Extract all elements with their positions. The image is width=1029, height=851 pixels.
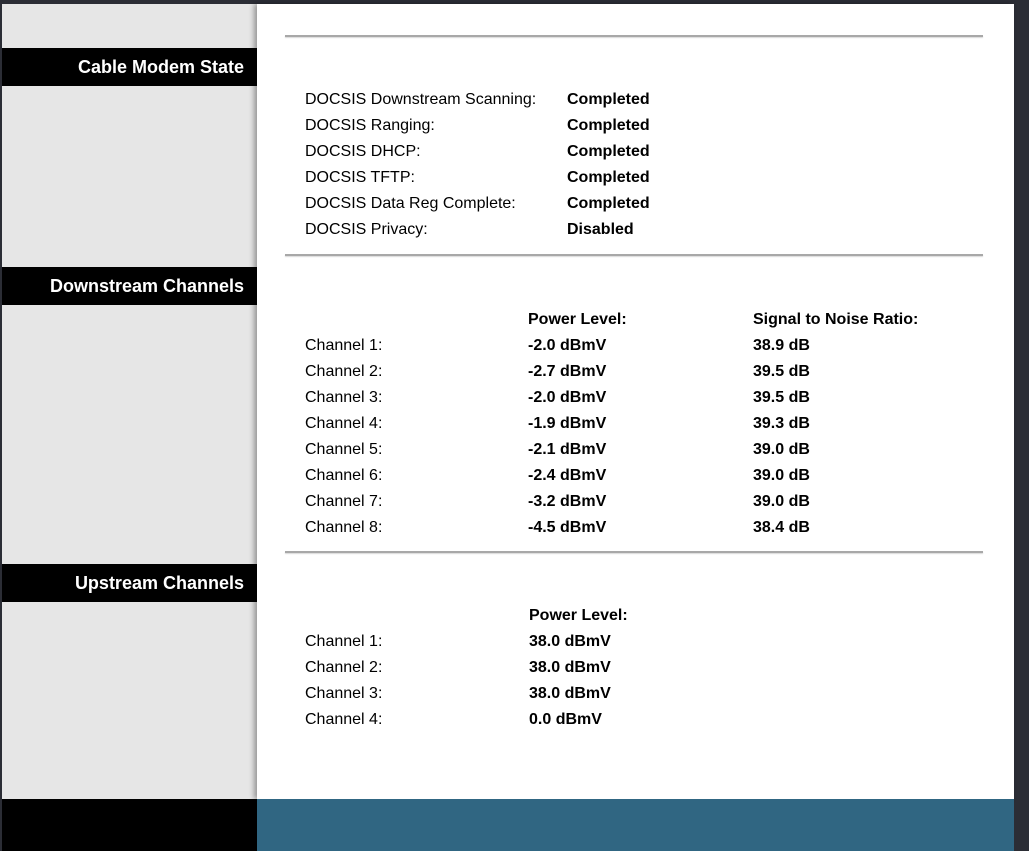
power-value: 38.0 dBmV bbox=[529, 685, 611, 702]
table-row: DOCSIS Ranging: Completed bbox=[257, 113, 1014, 139]
table-row: Channel 7: -3.2 dBmV 39.0 dB bbox=[257, 489, 1014, 515]
snr-value: 39.3 dB bbox=[753, 415, 810, 432]
divider bbox=[285, 254, 983, 256]
row-label: DOCSIS Downstream Scanning: bbox=[305, 91, 537, 108]
table-row: DOCSIS Privacy: Disabled bbox=[257, 217, 1014, 243]
sidebar: Cable Modem State Downstream Channels Up… bbox=[2, 4, 257, 799]
snr-value: 38.4 dB bbox=[753, 519, 810, 536]
channel-label: Channel 3: bbox=[305, 685, 383, 702]
table-row: Channel 2: -2.7 dBmV 39.5 dB bbox=[257, 359, 1014, 385]
row-label: DOCSIS DHCP: bbox=[305, 143, 421, 160]
table-row: Channel 1: -2.0 dBmV 38.9 dB bbox=[257, 333, 1014, 359]
table-row: DOCSIS Data Reg Complete: Completed bbox=[257, 191, 1014, 217]
channel-label: Channel 6: bbox=[305, 467, 383, 484]
table-row: Channel 3: 38.0 dBmV bbox=[257, 681, 1014, 707]
row-label: DOCSIS Data Reg Complete: bbox=[305, 195, 516, 212]
snr-value: 39.5 dB bbox=[753, 363, 810, 380]
channel-label: Channel 4: bbox=[305, 415, 383, 432]
snr-value: 39.0 dB bbox=[753, 441, 810, 458]
main-content: DOCSIS Downstream Scanning: Completed DO… bbox=[257, 4, 1014, 799]
power-value: -4.5 dBmV bbox=[528, 519, 607, 536]
table-row: Channel 8: -4.5 dBmV 38.4 dB bbox=[257, 515, 1014, 541]
power-value: 38.0 dBmV bbox=[529, 633, 611, 650]
snr-value: 39.0 dB bbox=[753, 467, 810, 484]
row-label: DOCSIS Privacy: bbox=[305, 221, 428, 238]
power-value: 0.0 dBmV bbox=[529, 711, 602, 728]
downstream-power-header: Power Level: bbox=[528, 311, 627, 328]
row-value: Completed bbox=[567, 117, 650, 134]
table-row: Channel 4: -1.9 dBmV 39.3 dB bbox=[257, 411, 1014, 437]
row-value: Completed bbox=[567, 195, 650, 212]
channel-label: Channel 1: bbox=[305, 337, 383, 354]
table-row: DOCSIS TFTP: Completed bbox=[257, 165, 1014, 191]
power-value: -2.4 dBmV bbox=[528, 467, 607, 484]
table-row: Channel 2: 38.0 dBmV bbox=[257, 655, 1014, 681]
upstream-power-header: Power Level: bbox=[529, 607, 628, 624]
channel-label: Channel 2: bbox=[305, 363, 383, 380]
table-row: Channel 4: 0.0 dBmV bbox=[257, 707, 1014, 733]
power-value: 38.0 dBmV bbox=[529, 659, 611, 676]
table-row: Channel 6: -2.4 dBmV 39.0 dB bbox=[257, 463, 1014, 489]
divider bbox=[285, 551, 983, 553]
snr-value: 39.5 dB bbox=[753, 389, 810, 406]
section-title-upstream-channels: Upstream Channels bbox=[2, 564, 257, 602]
table-row: Channel 1: 38.0 dBmV bbox=[257, 629, 1014, 655]
snr-value: 39.0 dB bbox=[753, 493, 810, 510]
power-value: -3.2 dBmV bbox=[528, 493, 607, 510]
power-value: -2.0 dBmV bbox=[528, 389, 607, 406]
channel-label: Channel 4: bbox=[305, 711, 383, 728]
power-value: -1.9 dBmV bbox=[528, 415, 607, 432]
row-value: Disabled bbox=[567, 221, 634, 238]
channel-label: Channel 7: bbox=[305, 493, 383, 510]
row-value: Completed bbox=[567, 169, 650, 186]
table-row: DOCSIS DHCP: Completed bbox=[257, 139, 1014, 165]
row-value: Completed bbox=[567, 143, 650, 160]
power-value: -2.7 dBmV bbox=[528, 363, 607, 380]
footer-bar bbox=[257, 799, 1014, 851]
row-label: DOCSIS TFTP: bbox=[305, 169, 415, 186]
table-row: DOCSIS Downstream Scanning: Completed bbox=[257, 87, 1014, 113]
power-value: -2.1 dBmV bbox=[528, 441, 607, 458]
channel-label: Channel 3: bbox=[305, 389, 383, 406]
channel-label: Channel 1: bbox=[305, 633, 383, 650]
channel-label: Channel 2: bbox=[305, 659, 383, 676]
downstream-snr-header: Signal to Noise Ratio: bbox=[753, 311, 919, 328]
row-label: DOCSIS Ranging: bbox=[305, 117, 435, 134]
section-title-cable-modem-state: Cable Modem State bbox=[2, 48, 257, 86]
section-title-downstream-channels: Downstream Channels bbox=[2, 267, 257, 305]
modem-status-page: Cable Modem State Downstream Channels Up… bbox=[2, 4, 1014, 851]
snr-value: 38.9 dB bbox=[753, 337, 810, 354]
table-row: Channel 5: -2.1 dBmV 39.0 dB bbox=[257, 437, 1014, 463]
table-row: Channel 3: -2.0 dBmV 39.5 dB bbox=[257, 385, 1014, 411]
footer-left bbox=[2, 799, 257, 851]
channel-label: Channel 5: bbox=[305, 441, 383, 458]
channel-label: Channel 8: bbox=[305, 519, 383, 536]
row-value: Completed bbox=[567, 91, 650, 108]
divider bbox=[285, 35, 983, 37]
power-value: -2.0 dBmV bbox=[528, 337, 607, 354]
